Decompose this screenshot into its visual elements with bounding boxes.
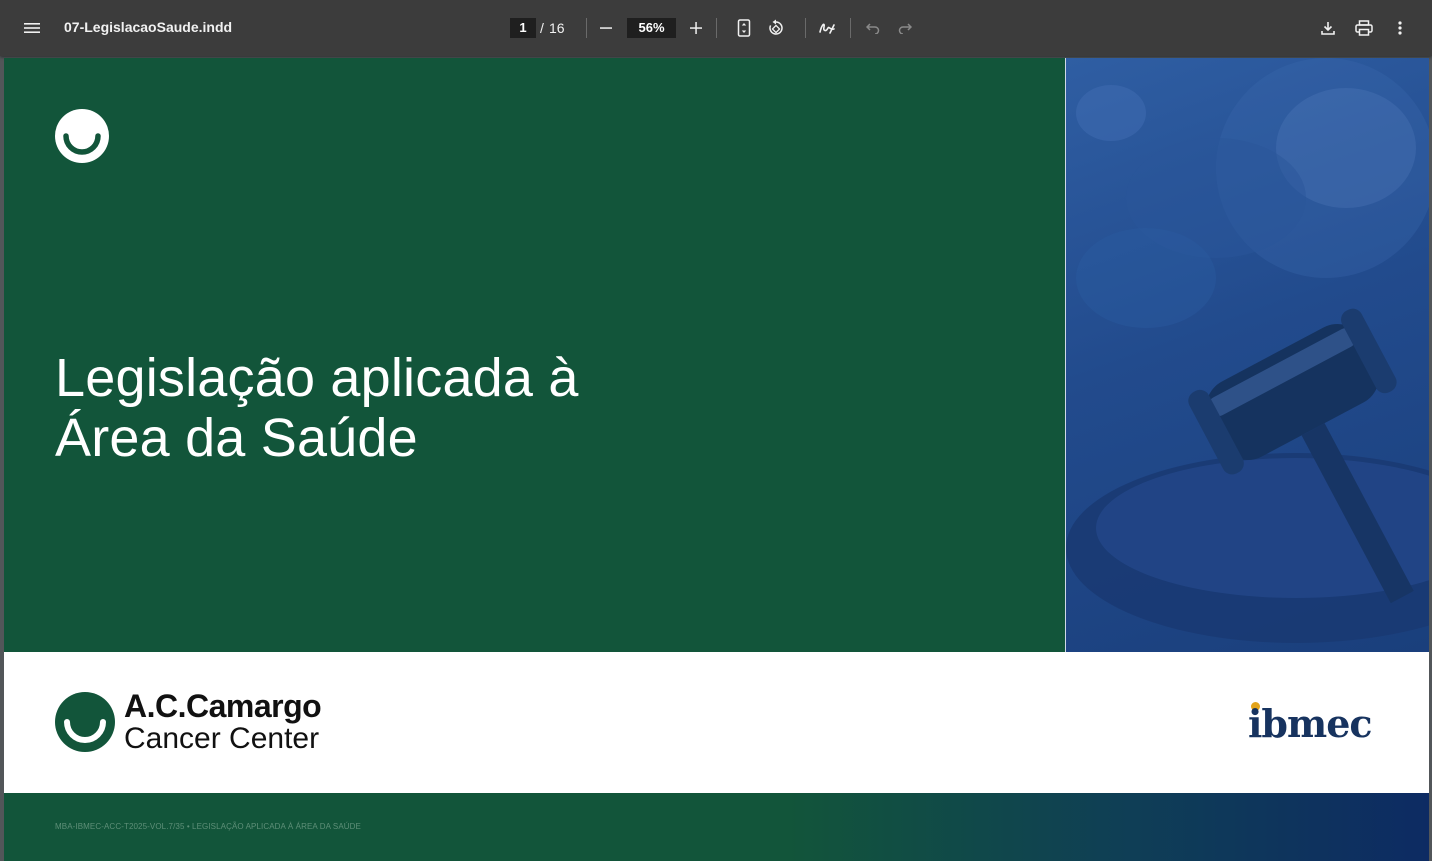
viewer-toolbar: 07-LegislacaoSaude.indd 1 / 16 56% xyxy=(0,0,1432,56)
page-total: 16 xyxy=(549,20,565,36)
toolbar-divider xyxy=(716,18,717,38)
acc-smile-icon xyxy=(55,692,115,752)
download-icon[interactable] xyxy=(1312,12,1344,44)
zoom-level-input[interactable]: 56% xyxy=(627,18,676,38)
zoom-in-icon[interactable] xyxy=(680,12,712,44)
cover-green-panel: Legislação aplicada à Área da Saúde xyxy=(4,58,1065,652)
rotate-icon[interactable] xyxy=(760,12,792,44)
print-icon[interactable] xyxy=(1348,12,1380,44)
acc-logo: A.C.Camargo Cancer Center xyxy=(55,688,355,756)
ibmec-logo: ibmec xyxy=(1248,700,1388,750)
footer-band: MBA-IBMEC-ACC-T2025-VOL.7/35 • LEGISLAÇÃ… xyxy=(4,793,1429,861)
page-number-input[interactable]: 1 xyxy=(510,18,536,38)
zoom-out-icon[interactable] xyxy=(590,12,622,44)
cover-title: Legislação aplicada à Área da Saúde xyxy=(55,348,579,468)
pdf-page: Legislação aplicada à Área da Saúde A.C.… xyxy=(4,58,1429,861)
logo-band: A.C.Camargo Cancer Center ibmec xyxy=(4,652,1429,793)
gavel-image-icon xyxy=(1066,58,1429,643)
toolbar-divider xyxy=(850,18,851,38)
pdf-viewer: 07-LegislacaoSaude.indd 1 / 16 56% Legis… xyxy=(0,0,1432,861)
menu-icon[interactable] xyxy=(16,12,48,44)
footer-text: MBA-IBMEC-ACC-T2025-VOL.7/35 • LEGISLAÇÃ… xyxy=(55,822,361,831)
redo-icon[interactable] xyxy=(889,12,921,44)
smile-logo-icon xyxy=(55,109,109,163)
more-options-icon[interactable] xyxy=(1384,12,1416,44)
page-separator: / xyxy=(540,20,544,36)
annotate-icon[interactable] xyxy=(811,12,843,44)
acc-logo-subtitle: Cancer Center xyxy=(124,722,320,755)
acc-logo-name: A.C.Camargo xyxy=(124,688,322,724)
gavel-photo xyxy=(1066,58,1429,652)
document-title: 07-LegislacaoSaude.indd xyxy=(64,19,233,35)
fit-page-icon[interactable] xyxy=(728,12,760,44)
ibmec-wordmark: ibmec xyxy=(1248,701,1373,746)
cover-title-line-1: Legislação aplicada à xyxy=(55,348,579,408)
toolbar-divider xyxy=(586,18,587,38)
toolbar-divider xyxy=(805,18,806,38)
undo-icon[interactable] xyxy=(857,12,889,44)
cover-title-line-2: Área da Saúde xyxy=(55,408,418,468)
